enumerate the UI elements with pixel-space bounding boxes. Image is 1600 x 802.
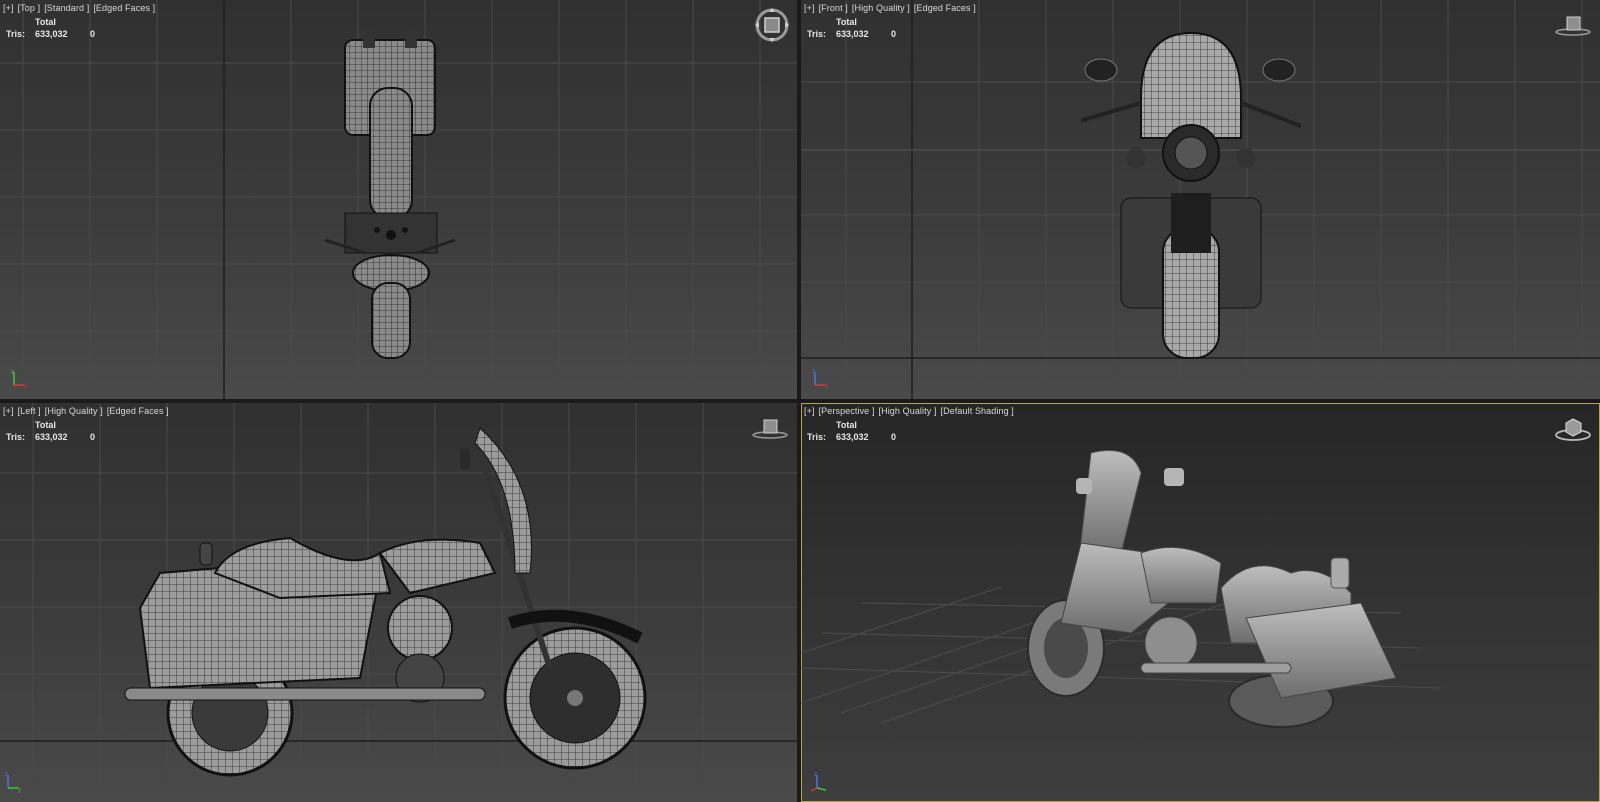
tris-total: 633,032 <box>35 432 68 442</box>
stats-header: Total <box>836 17 857 27</box>
axis-tripod-icon: y x <box>11 369 27 390</box>
viewport-menu[interactable]: [+] <box>3 406 14 416</box>
shading-menu[interactable]: [Standard ] <box>44 3 89 13</box>
view-menu[interactable]: [Left ] <box>18 406 41 416</box>
viewcube-icon[interactable] <box>1554 14 1592 38</box>
viewcube-icon[interactable] <box>1554 417 1592 443</box>
viewport-menu[interactable]: [+] <box>804 3 815 13</box>
viewport-label[interactable]: [+] [Top ] [Standard ] [Edged Faces ] <box>3 3 159 13</box>
viewport-left[interactable]: [+] [Left ] [High Quality ] [Edged Faces ] … <box>0 403 797 802</box>
motorcycle-top-view <box>325 28 456 359</box>
tris-label: Tris: <box>807 432 827 442</box>
tris-selected: 0 <box>90 432 96 442</box>
tris-label: Tris: <box>6 432 26 442</box>
tris-selected: 0 <box>90 29 96 39</box>
viewport-front[interactable]: [+] [Front ] [High Quality ] [Edged Faces ]… <box>801 0 1600 399</box>
shading-menu[interactable]: [High Quality ] <box>879 406 937 416</box>
viewport-perspective[interactable]: [+] [Perspective ] [High Quality ] [Default… <box>801 403 1600 802</box>
motorcycle-front-view <box>1081 31 1301 359</box>
stats-overlay: Total Tris: 633,032 0 <box>6 419 95 443</box>
stats-header: Total <box>836 420 857 430</box>
stats-overlay: Total Tris: 633,032 0 <box>807 16 896 40</box>
svg-text:z: z <box>5 772 8 778</box>
svg-text:y: y <box>11 369 14 375</box>
viewport-label[interactable]: [+] [Perspective ] [High Quality ] [Default… <box>804 406 1018 416</box>
view-menu[interactable]: [Front ] <box>819 3 848 13</box>
viewport-label[interactable]: [+] [Front ] [High Quality ] [Edged Faces ] <box>804 3 980 13</box>
tris-selected: 0 <box>891 29 897 39</box>
axis-tripod-icon: z x <box>812 369 828 390</box>
viewcube-icon[interactable] <box>755 8 789 42</box>
viewport-top[interactable]: [+] [Top ] [Standard ] [Edged Faces ] Total… <box>0 0 797 399</box>
shading-menu[interactable]: [High Quality ] <box>852 3 910 13</box>
shading-menu[interactable]: [High Quality ] <box>45 406 103 416</box>
tris-selected: 0 <box>891 432 897 442</box>
svg-text:y: y <box>18 787 21 793</box>
axis-tripod-icon: z y <box>5 772 21 793</box>
tris-total: 633,032 <box>836 29 869 39</box>
tris-total: 633,032 <box>35 29 68 39</box>
axis-tripod-icon: z <box>810 772 827 792</box>
stats-header: Total <box>35 420 56 430</box>
viewport-menu[interactable]: [+] <box>3 3 14 13</box>
tris-label: Tris: <box>6 29 26 39</box>
view-menu[interactable]: [Perspective ] <box>819 406 875 416</box>
edges-menu[interactable]: [Edged Faces ] <box>107 406 169 416</box>
motorcycle-perspective-view <box>1027 450 1397 728</box>
tris-total: 633,032 <box>836 432 869 442</box>
edges-menu[interactable]: [Default Shading ] <box>941 406 1014 416</box>
view-menu[interactable]: [Top ] <box>18 3 41 13</box>
stats-overlay: Total Tris: 633,032 0 <box>6 16 95 40</box>
motorcycle-side-view <box>124 427 647 777</box>
svg-text:x: x <box>24 384 27 390</box>
stats-header: Total <box>35 17 56 27</box>
stats-overlay: Total Tris: 633,032 0 <box>807 419 896 443</box>
viewport-label[interactable]: [+] [Left ] [High Quality ] [Edged Faces ] <box>3 406 173 416</box>
tris-label: Tris: <box>807 29 827 39</box>
svg-text:z: z <box>812 369 815 375</box>
svg-text:z: z <box>814 772 817 778</box>
viewport-menu[interactable]: [+] <box>804 406 815 416</box>
svg-text:x: x <box>825 384 828 390</box>
edges-menu[interactable]: [Edged Faces ] <box>914 3 976 13</box>
viewcube-icon[interactable] <box>751 417 789 441</box>
edges-menu[interactable]: [Edged Faces ] <box>93 3 155 13</box>
